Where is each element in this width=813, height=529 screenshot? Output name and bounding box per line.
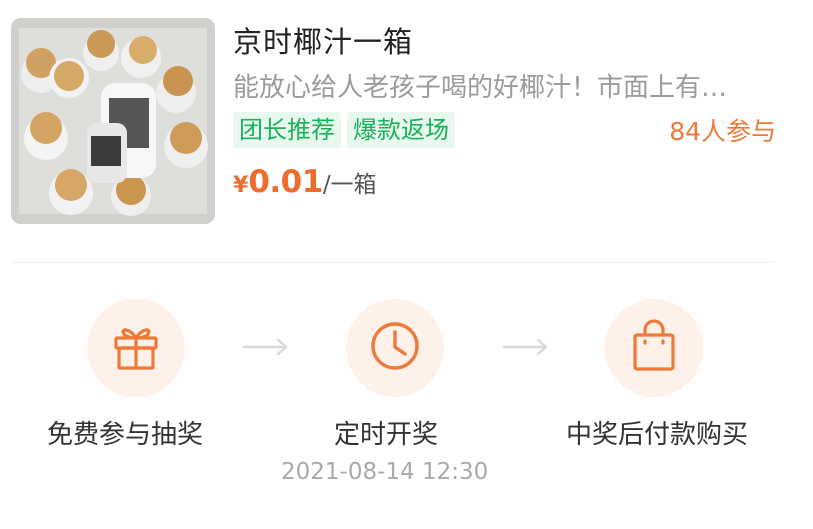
price: ¥0.01/一箱 [233,164,377,200]
step-clock-circle [346,299,444,397]
step-label-pay-after-win: 中奖后付款购买 [566,420,749,450]
lottery-product-card[interactable]: 京时椰汁一箱 能放心给人老孩子喝的好椰汁！市面上有… 团长推荐 爆款返场 84人… [0,0,813,529]
price-unit: /一箱 [322,172,377,198]
product-tags: 团长推荐 爆款返场 [233,112,455,148]
divider [13,262,775,263]
tag-hot-return: 爆款返场 [347,112,455,148]
product-image[interactable] [11,18,215,224]
arrow-right-icon [502,335,550,363]
step-bag-circle [605,299,703,397]
product-description: 能放心给人老孩子喝的好椰汁！市面上有… [233,73,728,103]
step-gift-circle [87,299,185,397]
arrow-right-icon [242,335,290,363]
product-title[interactable]: 京时椰汁一箱 [233,22,413,62]
draw-time: 2021-08-14 12:30 [281,459,489,485]
tag-leader-recommend: 团长推荐 [233,112,341,148]
shopping-bag-icon [629,319,679,377]
participant-count: 84人参与 [669,117,776,146]
price-amount: 0.01 [248,164,323,200]
price-currency: ¥ [233,173,249,198]
step-label-scheduled-draw: 定时开奖 [334,420,439,450]
clock-icon [368,319,422,377]
step-label-free-entry: 免费参与抽奖 [47,420,204,450]
gift-icon [110,320,162,376]
